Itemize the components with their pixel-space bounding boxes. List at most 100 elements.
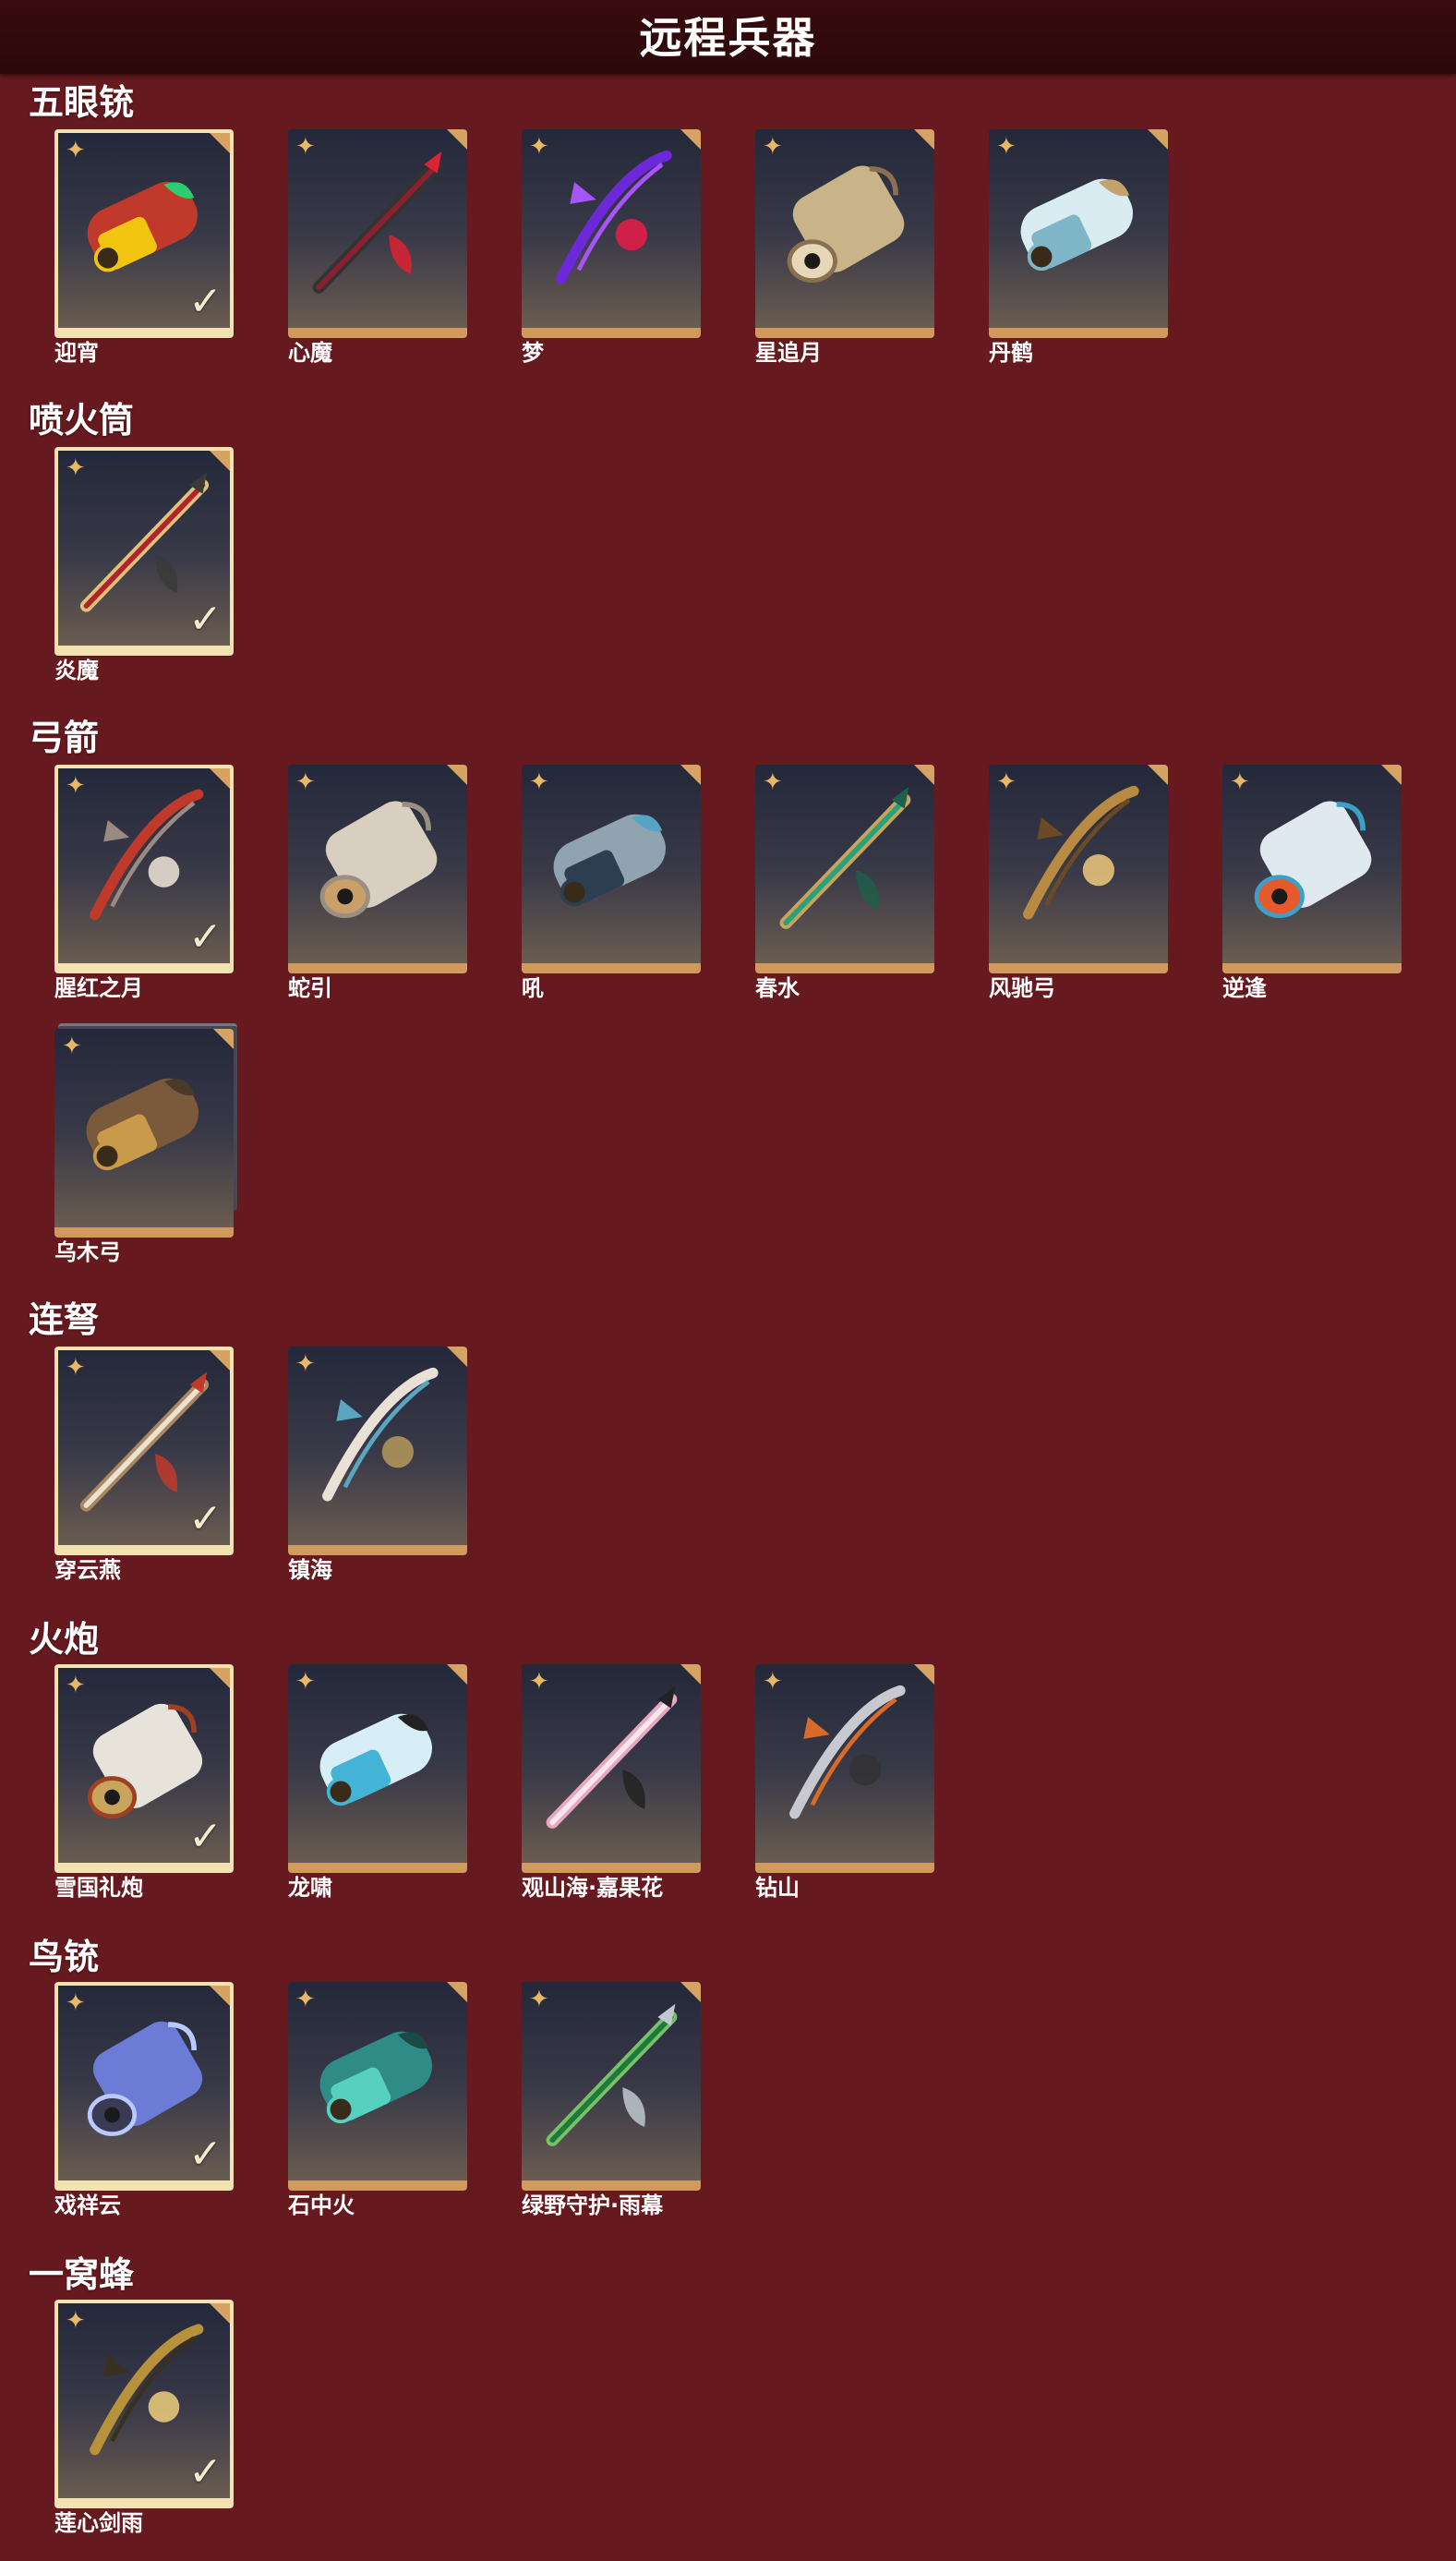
weapon-name: 莲心剑雨 xyxy=(54,2510,143,2536)
weapon-name: 雪国礼炮 xyxy=(54,1875,143,1901)
star-icon: ✦ xyxy=(66,772,86,800)
corner-tab-icon xyxy=(213,1029,234,1049)
weapon-name: 戏祥云 xyxy=(54,2193,121,2218)
corner-tab-icon xyxy=(210,133,230,153)
star-icon: ✦ xyxy=(66,1672,86,1699)
star-icon: ✦ xyxy=(66,137,86,164)
weapon-name: 穿云燕 xyxy=(54,1557,121,1583)
weapon-name: 腥红之月 xyxy=(54,975,143,1001)
weapon-card[interactable]: ✦ ✓ xyxy=(54,1347,234,1555)
section-title: 连弩 xyxy=(29,1299,100,1340)
section-title: 五眼铳 xyxy=(29,82,135,123)
weapon-card[interactable]: ✦ ✓ xyxy=(54,2300,234,2508)
star-icon: ✦ xyxy=(529,1668,549,1696)
weapon-card[interactable]: ✦ xyxy=(1222,765,1402,973)
weapon-name: 丹鹤 xyxy=(989,340,1033,366)
section-title: 喷火筒 xyxy=(29,400,135,441)
corner-tab-icon xyxy=(210,768,230,789)
star-icon: ✦ xyxy=(66,2307,86,2335)
weapon-name: 风驰弓 xyxy=(989,975,1055,1001)
weapon-card[interactable]: ✦ xyxy=(522,765,701,973)
weapon-name: 石中火 xyxy=(288,2193,355,2218)
weapon-card[interactable]: ✦ xyxy=(522,1664,701,1873)
checkmark-icon: ✓ xyxy=(188,1495,223,1542)
star-icon: ✦ xyxy=(763,133,783,161)
weapon-card[interactable]: ✦ xyxy=(288,765,467,973)
star-icon: ✦ xyxy=(295,133,316,161)
corner-tab-icon xyxy=(680,129,701,150)
weapon-name: 钻山 xyxy=(755,1875,800,1901)
corner-tab-icon xyxy=(680,1664,701,1685)
page-title: 远程兵器 xyxy=(639,13,817,63)
weapon-card[interactable]: ✦ xyxy=(989,765,1168,973)
weapon-name: 星追月 xyxy=(755,340,822,366)
weapon-name: 龙啸 xyxy=(288,1875,332,1901)
weapon-name: 观山海·嘉果花 xyxy=(522,1875,664,1901)
weapon-card[interactable]: ✦ xyxy=(54,1029,234,1238)
corner-tab-icon xyxy=(914,129,934,150)
weapon-card[interactable]: ✦ xyxy=(755,765,934,973)
corner-tab-icon xyxy=(447,1982,467,2002)
weapon-name: 乌木弓 xyxy=(54,1239,121,1265)
weapon-card[interactable]: ✦ xyxy=(288,129,467,338)
section-title: 鸟铳 xyxy=(29,1937,100,1977)
checkmark-icon: ✓ xyxy=(188,278,223,325)
star-icon: ✦ xyxy=(996,768,1017,796)
weapon-name: 镇海 xyxy=(288,1557,332,1583)
weapon-card[interactable]: ✦ xyxy=(755,1664,934,1873)
corner-tab-icon xyxy=(1381,765,1402,785)
corner-tab-icon xyxy=(447,1664,467,1685)
weapon-card[interactable]: ✦ xyxy=(989,129,1168,338)
corner-tab-icon xyxy=(680,1982,701,2002)
weapon-card[interactable]: ✦ xyxy=(755,129,934,338)
weapon-card[interactable]: ✦ xyxy=(288,1664,467,1873)
weapon-name: 迎宵 xyxy=(54,340,99,366)
corner-tab-icon xyxy=(447,129,467,150)
corner-tab-icon xyxy=(1148,129,1168,150)
corner-tab-icon xyxy=(914,1664,934,1685)
section-title: 弓箭 xyxy=(29,718,100,758)
star-icon: ✦ xyxy=(295,1350,316,1378)
section-title: 火炮 xyxy=(29,1619,100,1660)
weapon-name: 心魔 xyxy=(288,340,332,366)
weapon-card[interactable]: ✦ xyxy=(522,1982,701,2191)
weapon-card[interactable]: ✦ xyxy=(522,129,701,338)
weapon-card[interactable]: ✦ ✓ xyxy=(54,447,234,656)
weapon-card[interactable]: ✦ ✓ xyxy=(54,129,234,338)
star-icon: ✦ xyxy=(1230,768,1250,796)
corner-tab-icon xyxy=(210,1350,230,1371)
page-header: 远程兵器 xyxy=(0,0,1456,74)
corner-tab-icon xyxy=(1148,765,1168,785)
weapon-card[interactable]: ✦ xyxy=(288,1982,467,2191)
star-icon: ✦ xyxy=(295,1668,316,1696)
star-icon: ✦ xyxy=(295,768,316,796)
corner-tab-icon xyxy=(914,765,934,785)
weapon-name: 春水 xyxy=(755,975,800,1001)
star-icon: ✦ xyxy=(763,768,783,796)
weapon-card[interactable]: ✦ ✓ xyxy=(54,1664,234,1873)
corner-tab-icon xyxy=(210,1986,230,2006)
corner-tab-icon xyxy=(210,1668,230,1688)
weapon-name: 蛇引 xyxy=(288,975,332,1001)
weapon-name: 逆逢 xyxy=(1222,975,1267,1001)
checkmark-icon: ✓ xyxy=(188,2131,223,2178)
weapon-name: 吼 xyxy=(522,975,544,1001)
star-icon: ✦ xyxy=(66,1354,86,1382)
weapon-card[interactable]: ✦ ✓ xyxy=(54,1982,234,2191)
star-icon: ✦ xyxy=(529,133,549,161)
weapon-name: 绿野守护·雨幕 xyxy=(522,2193,664,2218)
corner-tab-icon xyxy=(210,2303,230,2324)
weapon-name: 炎魔 xyxy=(54,658,99,683)
weapon-card[interactable]: ✦ ✓ xyxy=(54,765,234,973)
star-icon: ✦ xyxy=(295,1986,316,2013)
checkmark-icon: ✓ xyxy=(188,1813,223,1860)
star-icon: ✦ xyxy=(62,1033,82,1060)
corner-tab-icon xyxy=(447,1347,467,1367)
section-title: 一窝蜂 xyxy=(29,2254,135,2295)
star-icon: ✦ xyxy=(996,133,1017,161)
checkmark-icon: ✓ xyxy=(188,913,223,960)
star-icon: ✦ xyxy=(66,1989,86,2017)
star-icon: ✦ xyxy=(763,1668,783,1696)
star-icon: ✦ xyxy=(529,768,549,796)
weapon-card[interactable]: ✦ xyxy=(288,1347,467,1555)
